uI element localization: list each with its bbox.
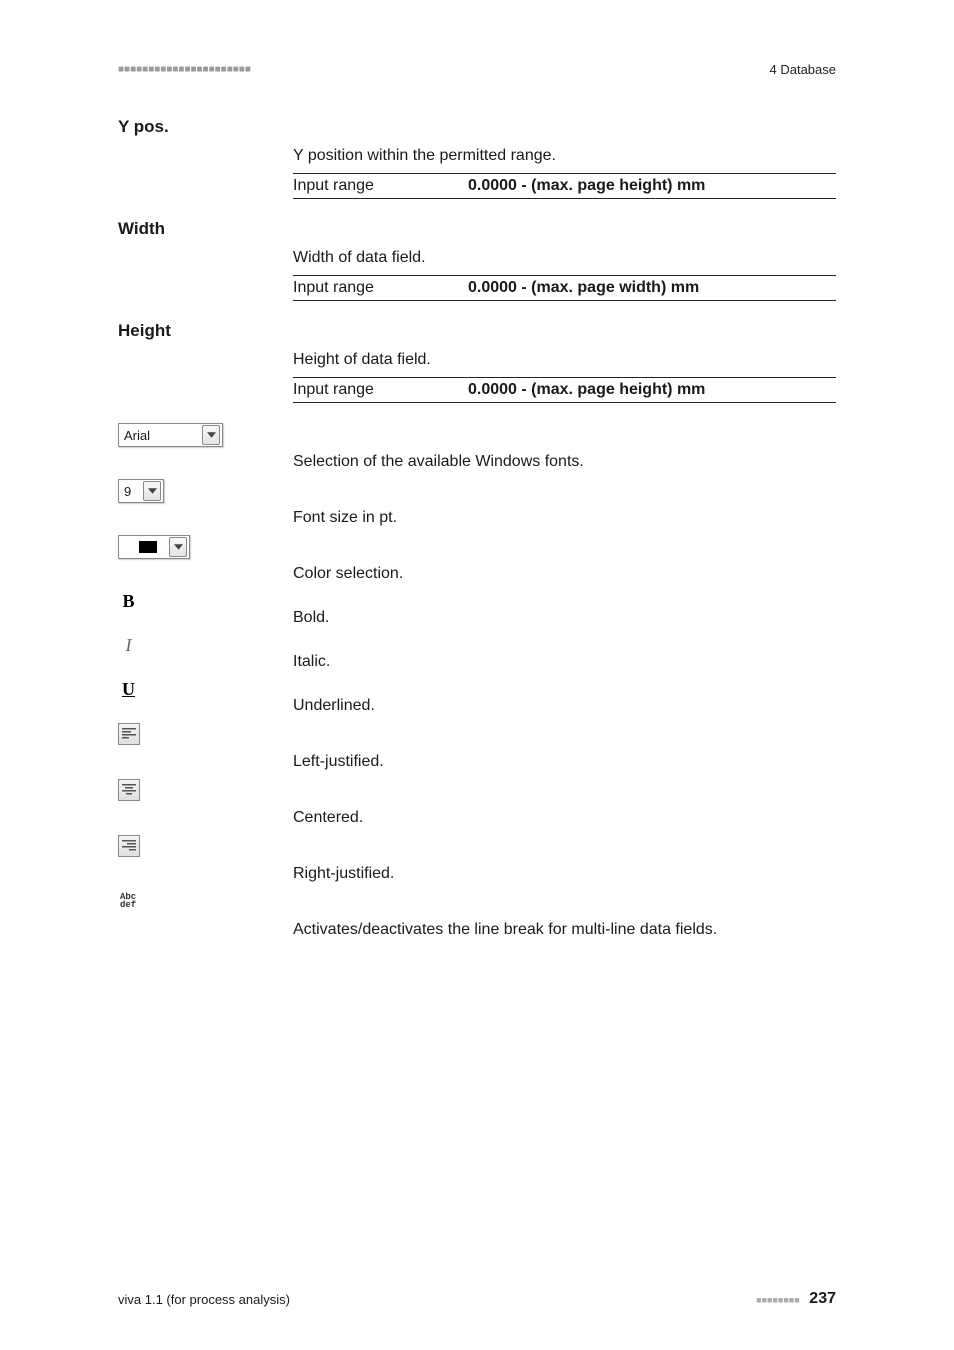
line-break-icon-line2: def	[120, 900, 136, 910]
range-value: 0.0000 - (max. page height) mm	[468, 381, 705, 399]
param-italic: I Italic.	[118, 635, 836, 679]
footer-ornament: ■■■■■■■■	[756, 1295, 800, 1305]
chevron-down-icon	[202, 425, 220, 445]
header-section: 4 Database	[770, 62, 837, 77]
param-height: Height Height of data field. Input range…	[118, 321, 836, 423]
param-desc: Height of data field.	[293, 351, 836, 369]
color-swatch-icon	[139, 541, 157, 553]
font-size-dropdown[interactable]: 9	[118, 479, 164, 503]
underline-icon[interactable]: U	[118, 679, 139, 700]
param-desc: Color selection.	[293, 565, 836, 583]
range-label: Input range	[293, 381, 468, 399]
param-desc: Centered.	[293, 809, 836, 827]
align-center-icon[interactable]	[118, 779, 140, 801]
param-label: Height	[118, 321, 171, 340]
page-header: ■■■■■■■■■■■■■■■■■■■■■■ 4 Database	[118, 62, 836, 77]
param-line-break: Abc def Activates/deactivates the line b…	[118, 891, 836, 947]
param-color: Color selection.	[118, 535, 836, 591]
param-width: Width Width of data field. Input range 0…	[118, 219, 836, 321]
param-desc: Underlined.	[293, 697, 836, 715]
page-footer: viva 1.1 (for process analysis) ■■■■■■■■…	[0, 1290, 954, 1348]
param-desc: Activates/deactivates the line break for…	[293, 921, 836, 939]
param-desc: Bold.	[293, 609, 836, 627]
chevron-down-icon	[143, 481, 161, 501]
param-label: Y pos.	[118, 117, 169, 136]
param-desc: Width of data field.	[293, 249, 836, 267]
input-range-row: Input range 0.0000 - (max. page height) …	[293, 173, 836, 199]
font-size-value: 9	[124, 484, 131, 499]
header-ornament-left: ■■■■■■■■■■■■■■■■■■■■■■	[118, 64, 251, 75]
input-range-row: Input range 0.0000 - (max. page height) …	[293, 377, 836, 403]
color-dropdown[interactable]	[118, 535, 190, 559]
param-y-pos: Y pos. Y position within the permitted r…	[118, 117, 836, 219]
line-break-icon[interactable]: Abc def	[118, 891, 138, 911]
range-label: Input range	[293, 177, 468, 195]
param-desc: Left-justified.	[293, 753, 836, 771]
footer-product: viva 1.1 (for process analysis)	[118, 1292, 290, 1307]
param-align-center: Centered.	[118, 779, 836, 835]
param-desc: Y position within the permitted range.	[293, 147, 836, 165]
font-dropdown-value: Arial	[124, 428, 150, 443]
param-align-left: Left-justified.	[118, 723, 836, 779]
bold-icon[interactable]: B	[118, 591, 139, 612]
align-left-icon[interactable]	[118, 723, 140, 745]
param-size: 9 Font size in pt.	[118, 479, 836, 535]
param-align-right: Right-justified.	[118, 835, 836, 891]
param-label: Width	[118, 219, 165, 238]
italic-icon[interactable]: I	[118, 635, 139, 656]
param-desc: Selection of the available Windows fonts…	[293, 453, 836, 471]
range-label: Input range	[293, 279, 468, 297]
param-desc: Italic.	[293, 653, 836, 671]
font-dropdown[interactable]: Arial	[118, 423, 223, 447]
range-value: 0.0000 - (max. page height) mm	[468, 177, 705, 195]
param-font: Arial Selection of the available Windows…	[118, 423, 836, 479]
range-value: 0.0000 - (max. page width) mm	[468, 279, 699, 297]
param-desc: Font size in pt.	[293, 509, 836, 527]
param-bold: B Bold.	[118, 591, 836, 635]
param-desc: Right-justified.	[293, 865, 836, 883]
align-right-icon[interactable]	[118, 835, 140, 857]
param-underline: U Underlined.	[118, 679, 836, 723]
chevron-down-icon	[169, 537, 187, 557]
input-range-row: Input range 0.0000 - (max. page width) m…	[293, 275, 836, 301]
footer-page-number: 237	[809, 1290, 836, 1307]
